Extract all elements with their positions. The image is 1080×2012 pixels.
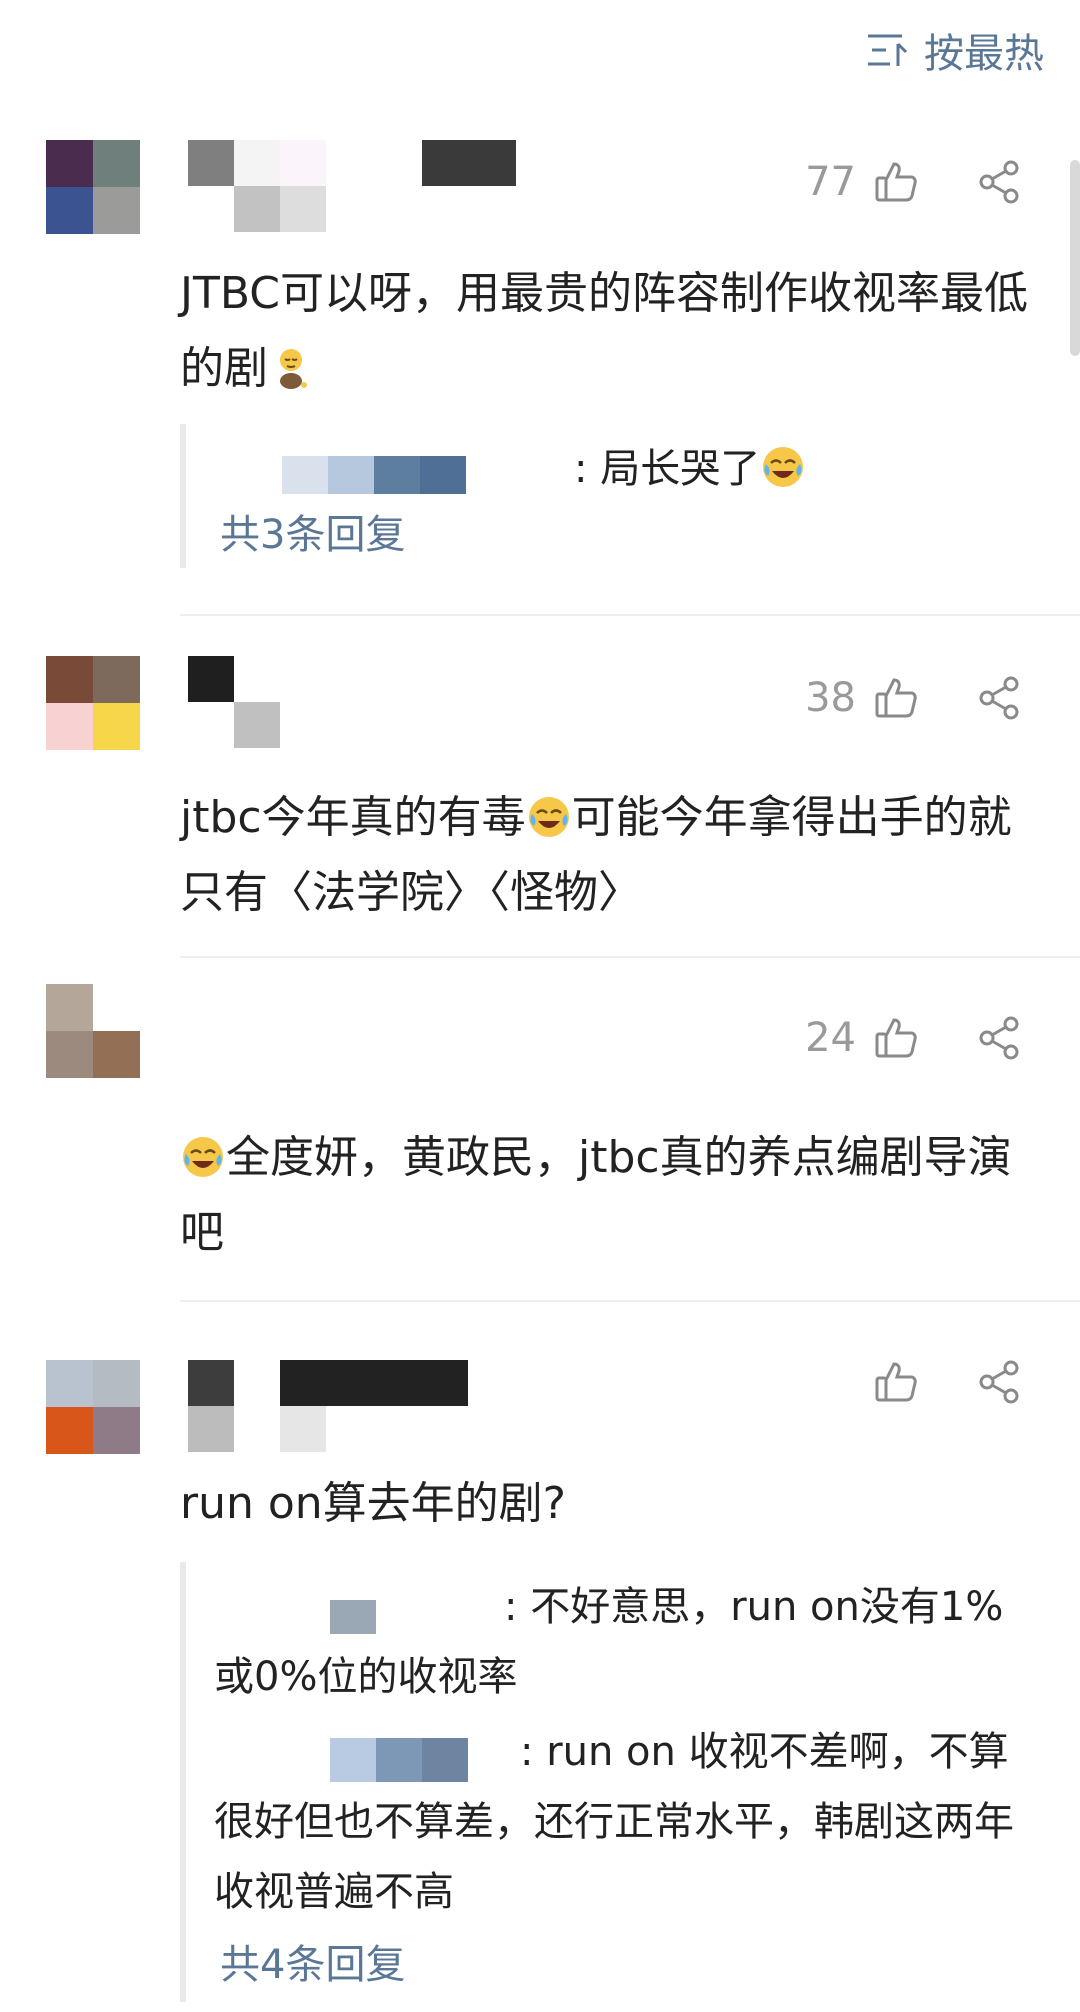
thumbs-up-icon: [875, 1362, 917, 1402]
share-icon: [979, 676, 1019, 720]
comment-actions: 38: [805, 668, 1030, 728]
like-button[interactable]: [866, 152, 926, 212]
comment-text: jtbc今年真的有毒 可能今年拿得出手的就只有〈法学院〉〈怪物〉: [180, 780, 1030, 930]
avatar-cell: [93, 1407, 140, 1454]
share-button[interactable]: [970, 152, 1030, 212]
mosaic-block: [280, 1360, 468, 1406]
mosaic-block: [280, 140, 326, 186]
comment-text-content: jtbc今年真的有毒: [180, 792, 526, 843]
avatar-cell: [93, 984, 140, 1031]
mosaic-block: [188, 140, 234, 186]
avatar[interactable]: [46, 140, 140, 234]
like-count: 38: [805, 675, 856, 721]
avatar-cell: [46, 1031, 93, 1078]
share-icon: [979, 1016, 1019, 1060]
mosaic-block: [420, 456, 466, 494]
comment-actions: 77: [805, 152, 1030, 212]
avatar-cell: [93, 187, 140, 234]
avatar-cell: [93, 1031, 140, 1078]
comment-text: 全度妍，黄政民，jtbc真的养点编剧导演吧: [180, 1120, 1030, 1270]
avatar-cell: [93, 1360, 140, 1407]
avatar-cell: [46, 1407, 93, 1454]
share-button[interactable]: [970, 1008, 1030, 1068]
comment-text-content: 全度妍，黄政民，jtbc真的养点编剧导演吧: [180, 1132, 1012, 1258]
share-icon: [979, 1360, 1019, 1404]
sort-button[interactable]: 按最热: [866, 22, 1044, 78]
reply-line: : 局长哭了: [574, 434, 806, 504]
comment-text-content: run on算去年的剧?: [180, 1478, 567, 1529]
thumbs-up-icon: [875, 678, 917, 718]
avatar-cell: [93, 140, 140, 187]
avatar-cell: [46, 984, 93, 1031]
mosaic-block: [234, 186, 280, 232]
mosaic-block: [422, 140, 516, 186]
reply-count-link[interactable]: 共4条回复: [220, 1930, 405, 2000]
reply-text: : 局长哭了: [574, 446, 761, 492]
mosaic-block: [234, 140, 280, 186]
avatar-cell: [46, 140, 93, 187]
avatar[interactable]: [46, 656, 140, 750]
reply-line: : run on 收视不差啊，不算很好但也不算差，还行正常水平，韩剧这两年收视普…: [214, 1729, 1014, 1915]
share-icon: [979, 160, 1019, 204]
thumbs-up-icon: [875, 162, 917, 202]
mosaic-block: [188, 656, 234, 702]
mosaic-block: [374, 456, 420, 494]
mosaic-block: [280, 186, 326, 232]
avatar-cell: [93, 703, 140, 750]
like-count: 24: [805, 1015, 856, 1061]
divider: [180, 614, 1080, 616]
pensive-figure-emoji: [280, 349, 307, 389]
like-button[interactable]: [866, 668, 926, 728]
mosaic-block: [234, 702, 280, 748]
crying-laughing-emoji: [763, 447, 804, 487]
mosaic-block: [282, 456, 328, 494]
mosaic-block: [188, 1360, 234, 1406]
reply-line: : 不好意思，run on没有1% 或0%位的收视率: [214, 1584, 1004, 1700]
avatar-cell: [46, 1360, 93, 1407]
share-button[interactable]: [970, 1352, 1030, 1412]
mosaic-block: [188, 1406, 234, 1452]
reply-preview-box[interactable]: : 不好意思，run on没有1% 或0%位的收视率 : run on 收视不差…: [180, 1562, 1036, 2002]
sort-label: 按最热: [924, 31, 1044, 77]
comment-actions: 24: [805, 1008, 1030, 1068]
divider: [180, 1300, 1080, 1302]
crying-laughing-emoji: [528, 797, 569, 837]
reply-preview-box[interactable]: : 局长哭了 共3条回复: [180, 424, 1036, 568]
crying-laughing-emoji: [183, 1137, 223, 1177]
avatar-cell: [46, 703, 93, 750]
mosaic-block: [280, 1406, 326, 1452]
comment-text: run on算去年的剧?: [180, 1466, 1030, 1541]
like-button[interactable]: [866, 1008, 926, 1068]
sort-lines-icon: [868, 34, 908, 66]
avatar[interactable]: [46, 984, 140, 1078]
avatar[interactable]: [46, 1360, 140, 1454]
comment-actions: [846, 1352, 1030, 1412]
avatar-cell: [46, 187, 93, 234]
avatar-cell: [46, 656, 93, 703]
divider: [180, 956, 1080, 958]
mosaic-block: [328, 456, 374, 494]
like-count: 77: [805, 159, 856, 205]
like-button[interactable]: [866, 1352, 926, 1412]
share-button[interactable]: [970, 668, 1030, 728]
comment-text: JTBC可以呀，用最贵的阵容制作收视率最低的剧: [180, 256, 1030, 406]
thumbs-up-icon: [875, 1018, 917, 1058]
avatar-cell: [93, 656, 140, 703]
scrollbar[interactable]: [1070, 160, 1080, 356]
reply-count-link[interactable]: 共3条回复: [220, 500, 405, 570]
